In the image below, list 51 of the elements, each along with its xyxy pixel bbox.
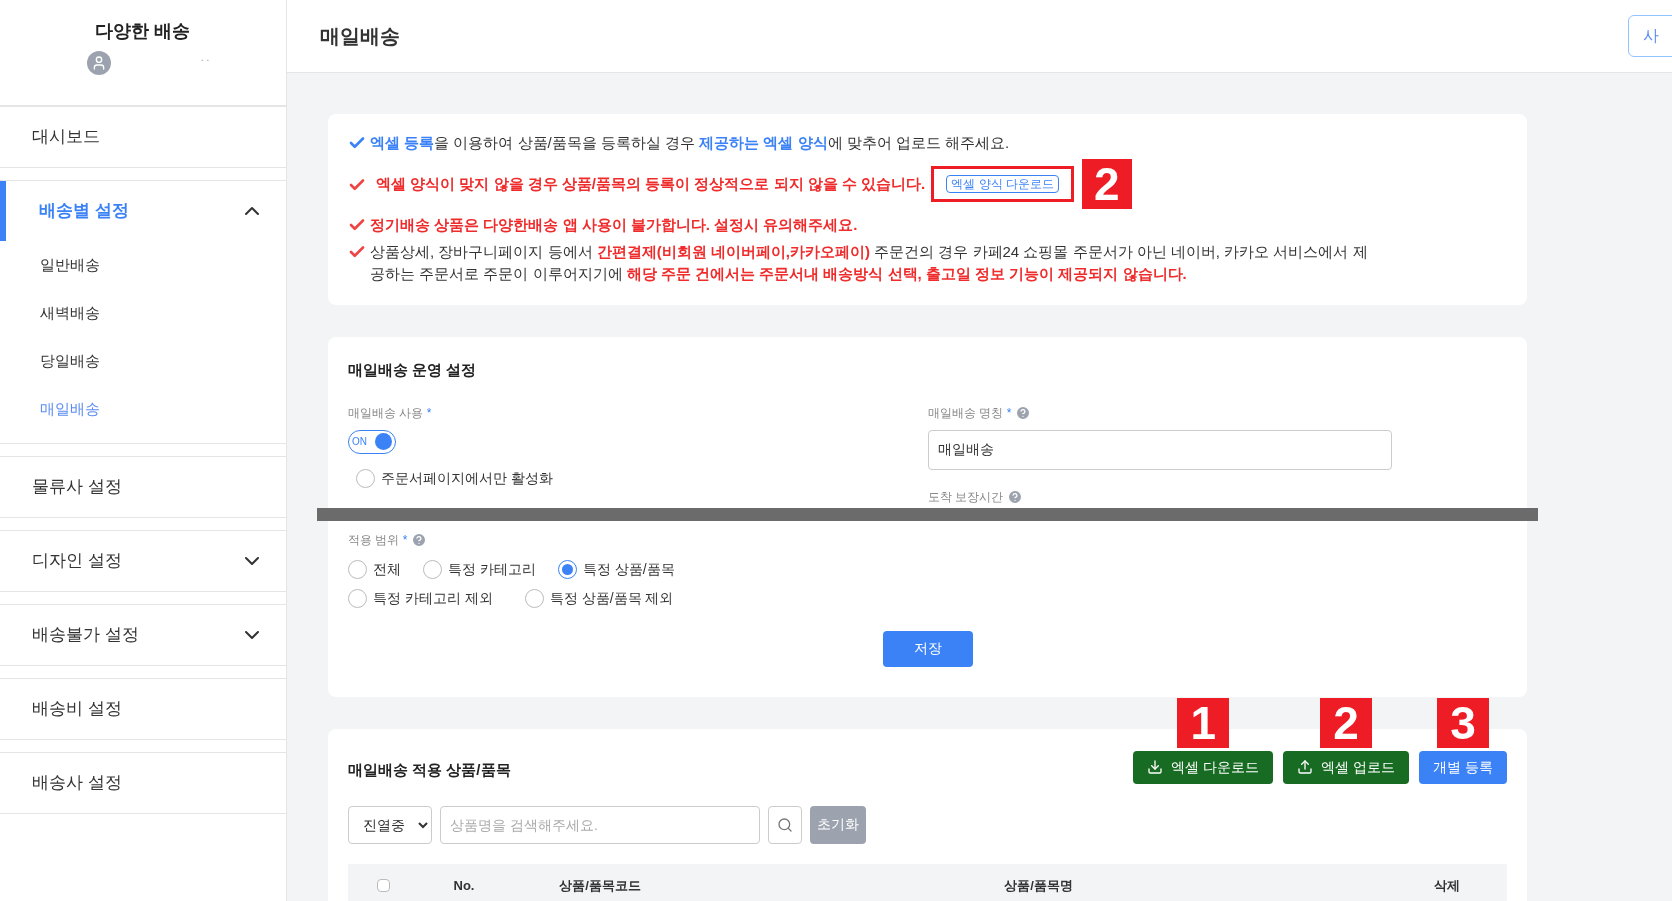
- submenu-item[interactable]: 새벽배송: [0, 289, 286, 337]
- column-header: No.: [452, 876, 476, 895]
- search-icon: [777, 816, 793, 833]
- search-field[interactable]: 상품명을 검색해주세요.: [440, 805, 760, 844]
- notice-text: 엑셀 양식이 맞지 않을 경우 상품/품목의 등록이 정상적으로 되지 않을 수 있습니다.: [376, 174, 926, 194]
- name-input[interactable]: 매일배송: [928, 429, 1392, 470]
- number-annotation: 3: [1437, 697, 1490, 748]
- sidebar-item[interactable]: 배송비 설정: [0, 679, 286, 739]
- search-button[interactable]: [768, 805, 802, 844]
- notice-text: 정기배송 상품은 다양한배송 앱 사용이 불가합니다. 설정시 유의해주세요.: [370, 215, 858, 235]
- status-select[interactable]: 진열중: [348, 805, 432, 844]
- section-title: 매일배송 운영 설정: [348, 360, 478, 380]
- column-header: 상품/품목코드: [558, 876, 642, 895]
- notice-text: 엑셀 등록을 이용하여 상품/품목을 등록하실 경우 제공하는 엑셀 양식에 맞추어 업로드 해주세요.: [370, 133, 1010, 153]
- number-annotation: 2: [1320, 697, 1373, 748]
- sidebar-item[interactable]: 물류사 설정: [0, 457, 286, 517]
- sidebar-item[interactable]: 대시보드: [0, 107, 286, 167]
- submenu-item[interactable]: 당일배송: [0, 337, 286, 385]
- help-icon: [1007, 488, 1024, 505]
- column-header: 삭제: [1433, 876, 1461, 895]
- radio-option[interactable]: 특정 카테고리 제외: [348, 587, 493, 609]
- help-icon: [411, 531, 428, 548]
- avatar-icon: [86, 51, 111, 75]
- radio-option[interactable]: 특정 카테고리: [423, 558, 536, 580]
- checkbox[interactable]: [376, 879, 390, 892]
- number-annotation: 2: [1081, 159, 1132, 209]
- sidebar-item[interactable]: 배송사 설정: [0, 753, 286, 813]
- field-label: 적용 범위 *: [348, 531, 408, 549]
- radio-option[interactable]: 특정 상품/품목 제외: [524, 587, 674, 609]
- app-title: 다양한 배송: [95, 20, 191, 43]
- page-title: 매일배송: [320, 24, 400, 49]
- user-name: . .: [200, 50, 210, 65]
- submenu-item[interactable]: 일반배송: [0, 241, 286, 289]
- sidebar-item[interactable]: 배송별 설정: [0, 181, 286, 241]
- number-annotation: 1: [1177, 697, 1230, 748]
- notice-text: 상품상세, 장바구니페이지 등에서 간편결제(비회원 네이버페이,카카오페이) 주문건의 경우 카페24 쇼핑몰 주문서가 아닌 네이버, 카카오 서비스에서 제공하는 주문서로 주문이 이루어지기에 해당 주문 건에서는 주문서내 배송방식 선택, 출고일 정보 기능이 제공되지 않습니다.: [370, 242, 1369, 284]
- save-button[interactable]: 저장: [882, 630, 973, 667]
- radio-option[interactable]: 주문서페이지에서만 활성화: [356, 467, 928, 489]
- sidebar-item[interactable]: 배송불가 설정: [0, 605, 286, 665]
- sidebar-item[interactable]: 디자인 설정: [0, 531, 286, 591]
- radio-option[interactable]: 전체: [348, 558, 401, 580]
- field-label: 도착 보장시간: [928, 488, 1004, 506]
- radio-option[interactable]: 특정 상품/품목: [557, 558, 675, 580]
- field-label: 매일배송 사용 *: [348, 404, 433, 422]
- section-title: 매일배송 적용 상품/품목: [348, 759, 511, 780]
- field-label: 매일배송 명칭 *: [928, 404, 1012, 422]
- template-download-link[interactable]: 엑셀 양식 다운로드: [946, 175, 1059, 193]
- help-icon: [1015, 404, 1032, 421]
- download-icon: [1147, 759, 1164, 775]
- upload-icon: [1297, 759, 1314, 775]
- column-header: 상품/품목명: [1003, 876, 1074, 895]
